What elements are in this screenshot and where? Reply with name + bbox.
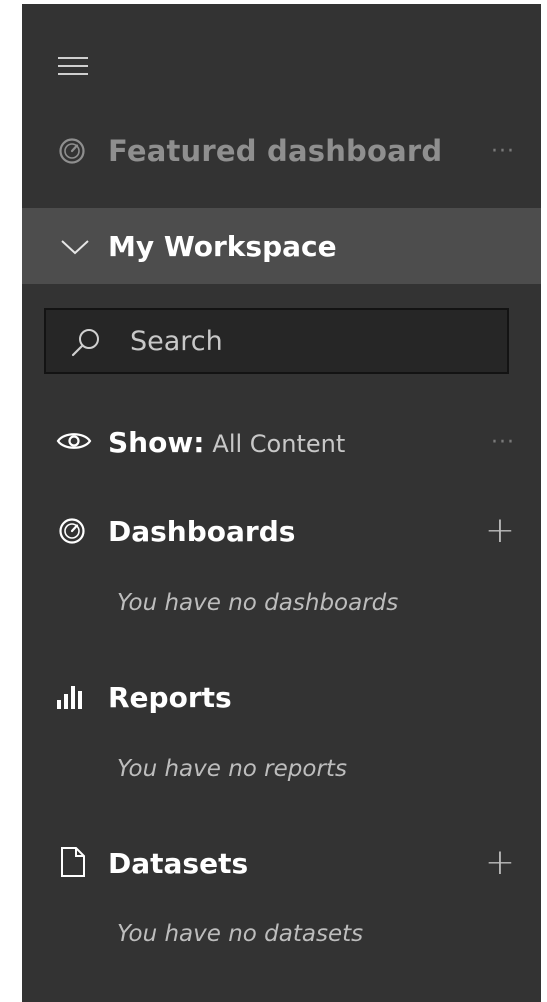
chevron-down-icon	[61, 240, 89, 255]
search-input[interactable]: Search	[44, 308, 509, 374]
show-value: All Content	[212, 429, 346, 458]
reports-empty-message: You have no reports	[117, 756, 347, 782]
reports-label: Reports	[108, 680, 232, 714]
add-dashboard-button[interactable]: +	[485, 513, 515, 549]
add-dataset-button[interactable]: +	[485, 845, 515, 881]
eye-icon	[56, 433, 92, 449]
my-workspace-header[interactable]: My Workspace	[22, 208, 541, 284]
navigation-pane: Featured dashboard ··· My Workspace Sear…	[22, 4, 541, 1002]
search-icon	[71, 329, 99, 357]
search-placeholder: Search	[130, 325, 223, 357]
datasets-section-header[interactable]: Datasets +	[22, 838, 541, 888]
bar-chart-icon	[57, 686, 82, 709]
hamburger-menu-icon[interactable]	[58, 54, 88, 80]
show-filter[interactable]: Show: All Content ···	[22, 419, 541, 465]
datasets-empty-message: You have no datasets	[117, 921, 364, 947]
gauge-icon	[59, 518, 85, 544]
dashboards-section-header[interactable]: Dashboards +	[22, 506, 541, 556]
document-icon	[61, 847, 85, 877]
reports-section-header[interactable]: Reports	[22, 672, 541, 722]
show-more-options[interactable]: ···	[491, 430, 515, 455]
my-workspace-label: My Workspace	[108, 229, 337, 263]
gauge-icon	[59, 138, 85, 164]
featured-dashboard-item[interactable]: Featured dashboard ···	[22, 126, 541, 176]
dashboards-empty-message: You have no dashboards	[117, 590, 399, 616]
show-label: Show:	[108, 425, 205, 459]
featured-dashboard-label: Featured dashboard	[108, 134, 443, 168]
dashboards-label: Dashboards	[108, 514, 296, 548]
featured-more-options[interactable]: ···	[491, 139, 515, 164]
datasets-label: Datasets	[108, 846, 249, 880]
